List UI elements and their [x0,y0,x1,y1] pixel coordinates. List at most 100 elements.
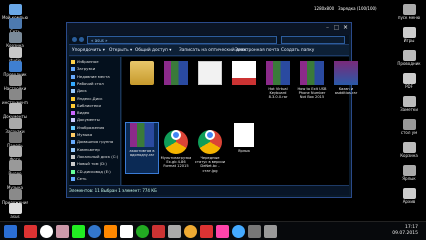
top-tray: 1280x800 Зарядка (100/100) [314,4,384,14]
nav-item[interactable]: Диск [71,88,87,94]
nav-item-icon [71,89,75,94]
desktop-icon-image [8,146,22,157]
nav-item-label: Компьютер [77,146,100,152]
desktop-icon-image [8,75,22,86]
file-item[interactable]: акактивтов в адоподзу.rar [125,122,159,174]
nav-item-icon [71,176,75,181]
forward-icon[interactable] [79,37,84,42]
file-name: Hot Virtual Keyboard 8.3.0.0.rar [268,87,288,100]
taskbar-app-icon[interactable] [72,225,85,238]
taskbar-app-icon[interactable] [56,225,69,238]
nav-item[interactable]: Яндекс.Диск [71,96,102,102]
taskbar-app-icon[interactable] [24,225,37,238]
nav-item-label: Библиотеки [77,102,101,108]
start-button[interactable] [4,225,17,238]
nav-item-label: Видео [77,110,90,116]
nav-item[interactable]: Рабочий стол [71,81,104,87]
file-thumbnail [266,61,290,85]
desktop-icon[interactable]: asus [2,202,28,219]
taskbar-app-icon[interactable] [184,225,197,238]
nav-item-icon [71,169,75,174]
taskbar-app-icon[interactable] [152,225,165,238]
file-item[interactable]: Ярлык [228,123,260,173]
desktop-icon[interactable]: Архив [396,188,422,204]
file-item[interactable]: Мультизагрузка Ex.gb 4.86 Format 12015 [160,123,192,173]
nav-item-icon [71,162,75,167]
nav-item-label: Документы [77,117,100,123]
file-item[interactable] [160,61,192,111]
desktop-icon-image [402,4,416,15]
menu-item[interactable]: Общий доступ ▾ [135,45,171,56]
desktop-icon[interactable]: Заметки [396,96,422,112]
desktop-icon-image [8,131,22,143]
nav-item[interactable]: Компьютер [71,147,100,153]
nav-item[interactable]: Домашняя группа [71,139,113,145]
file-item[interactable] [228,61,260,111]
desktop-icon[interactable]: пуск меню [396,4,422,20]
clock[interactable]: 17:17 09.07.2015 [392,225,418,237]
taskbar-app-icon[interactable] [136,225,149,238]
title-bar[interactable]: – □ × [67,23,351,35]
search-input[interactable] [281,36,345,44]
desktop-icon[interactable]: стол ум [396,119,422,135]
menu-item[interactable]: Электронная почта [235,45,279,56]
desktop-icon[interactable]: Ярлык [396,165,422,181]
taskbar-app-icon[interactable] [88,225,101,238]
address-field[interactable]: « asus » [87,36,277,44]
nav-item[interactable]: Библиотеки [71,103,101,109]
address-bar: « asus » [69,35,349,45]
file-item[interactable]: Чередные статус в версии DeNet.bc - стат… [194,123,226,173]
file-item[interactable]: Kazan и asdditios.rar [330,61,362,111]
taskbar-app-icon[interactable] [168,225,181,238]
file-name: акактивтов в адоподзу.rar [129,149,155,158]
taskbar-app-icon[interactable] [264,225,277,238]
desktop-icon-label: Заметки [400,107,418,112]
file-item[interactable]: How to Exit USB Phone Number Not Box 201… [296,61,328,111]
nav-item[interactable]: Сеть [71,176,86,182]
file-thumbnail [234,123,254,147]
nav-item-label: Недавние места [77,73,110,79]
nav-item[interactable]: Недавние места [71,74,110,80]
nav-item[interactable]: Документы [71,117,100,123]
file-list: Hot Virtual Keyboard 8.3.0.0.rar How to E… [122,57,358,185]
menu-item[interactable]: Открыть ▾ [109,45,132,56]
file-item[interactable] [194,61,226,111]
taskbar-app-icon[interactable] [200,225,213,238]
desktop-icon[interactable]: Игры [396,27,422,43]
back-icon[interactable] [72,37,77,42]
nav-item-label: Яндекс.Диск [77,95,103,101]
taskbar-app-icon[interactable] [104,225,117,238]
minimize-icon[interactable]: – [323,24,332,32]
file-item[interactable] [126,61,158,111]
command-bar: Упорядочить ▾ Открыть ▾ Общий доступ ▾ Запи… [69,45,349,56]
desktop-icon[interactable]: Корзина [396,142,422,158]
nav-item[interactable]: Избранное [71,59,99,65]
taskbar-app-icon[interactable] [40,225,53,238]
desktop-icon-image [8,60,22,72]
desktop-icon[interactable]: Проводник [396,50,422,66]
file-thumbnail [164,61,188,85]
desktop-icon-image [402,188,416,199]
nav-item[interactable]: Изображения [71,125,104,131]
close-icon[interactable]: × [341,24,350,32]
file-item[interactable]: Hot Virtual Keyboard 8.3.0.0.rar [262,61,294,111]
menu-item[interactable]: Создать папку [281,45,314,56]
desktop-icon[interactable]: PDF [396,73,422,89]
nav-item[interactable]: Видео [71,110,89,116]
taskbar-app-icon[interactable] [232,225,245,238]
nav-item[interactable]: Новый том (D:) [71,161,107,167]
menu-item[interactable]: Упорядочить ▾ [72,45,105,56]
nav-item[interactable]: Музыка [71,132,92,138]
taskbar-app-icon[interactable] [248,225,261,238]
taskbar-app-icon[interactable] [216,225,229,238]
nav-item-label: CD-дисковод (E:) [77,168,111,174]
nav-item[interactable]: Загрузки [71,66,95,72]
nav-item-label: Диск [77,88,87,94]
nav-item[interactable]: Локальный диск (C:) [71,154,118,160]
desktop-icon-image [8,32,22,44]
taskbar-app-icon[interactable] [120,225,133,238]
file-thumbnail [198,130,222,154]
explorer-window: – □ × « asus » Упорядочить ▾ Открыть ▾ Общ… [66,22,358,198]
maximize-icon[interactable]: □ [332,24,341,32]
nav-item[interactable]: CD-дисковод (E:) [71,169,111,175]
